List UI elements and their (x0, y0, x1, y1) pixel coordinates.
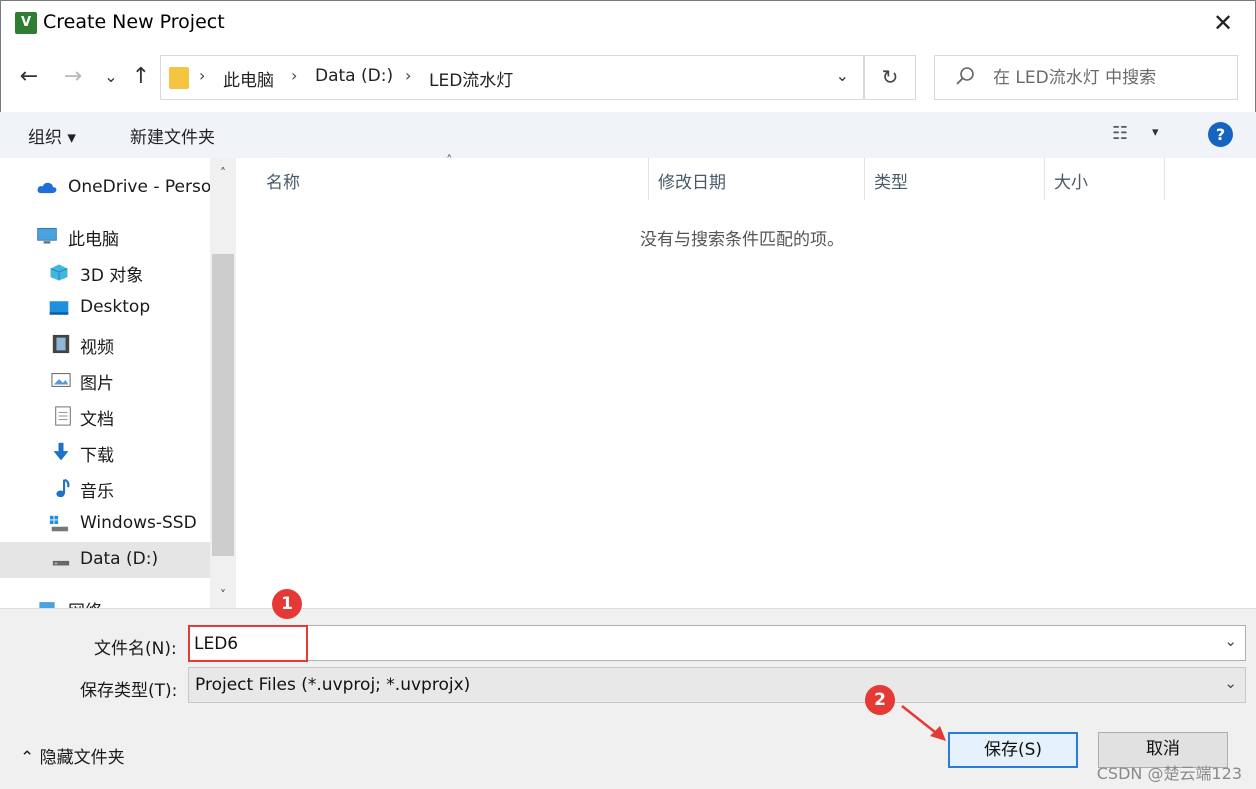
filetype-label: 保存类型(T): (80, 681, 178, 701)
nav-item-3d-objects[interactable]: 3D 对象 (0, 254, 210, 290)
nav-item-label: 文档 (80, 410, 114, 430)
view-options-icon[interactable]: ☷ (1112, 123, 1128, 144)
nav-item-label: 3D 对象 (80, 266, 144, 286)
nav-item-downloads[interactable]: 下载 (0, 434, 210, 470)
folder-icon (169, 67, 189, 89)
drive-icon (52, 560, 70, 566)
nav-item-data-drive[interactable]: Data (D:) (0, 542, 210, 578)
close-button[interactable]: ✕ (1209, 9, 1237, 37)
nav-item-pictures[interactable]: 图片 (0, 362, 210, 398)
breadcrumb-separator: › (199, 66, 206, 85)
breadcrumb-data-drive[interactable]: Data (D:) (315, 66, 393, 86)
address-bar[interactable]: › 此电脑 › Data (D:) › LED流水灯 ⌄ (160, 55, 864, 100)
organize-menu[interactable]: 组织 ▾ (28, 123, 76, 148)
download-icon (53, 442, 69, 461)
scrollbar-thumb[interactable] (212, 254, 234, 556)
breadcrumb-separator: › (291, 66, 298, 85)
column-header-size[interactable]: 大小 (1054, 168, 1088, 193)
search-box[interactable] (934, 55, 1238, 100)
search-input[interactable] (993, 66, 1229, 90)
breadcrumb-separator: › (405, 66, 412, 85)
refresh-button[interactable]: ↻ (864, 55, 916, 100)
column-header-name[interactable]: 名称 (266, 168, 300, 193)
recent-locations-chevron-icon[interactable]: ⌄ (96, 62, 126, 92)
nav-item-label: 网络 (68, 597, 102, 608)
nav-item-this-pc[interactable]: 此电脑 (0, 218, 210, 254)
view-dropdown-icon[interactable]: ▾ (1152, 125, 1159, 140)
address-dropdown-icon[interactable]: ⌄ (836, 66, 849, 85)
breadcrumb-led-folder[interactable]: LED流水灯 (429, 66, 513, 91)
empty-results-message: 没有与搜索条件匹配的项。 (640, 230, 844, 250)
back-button[interactable]: ← (14, 62, 44, 92)
nav-item-onedrive[interactable]: OneDrive - Personal (0, 170, 236, 206)
window-title: Create New Project (43, 11, 225, 33)
csdn-watermark: CSDN @楚云端123 (1096, 764, 1242, 783)
column-divider[interactable] (648, 158, 649, 200)
save-button[interactable]: 保存(S) (948, 732, 1078, 768)
filename-label: 文件名(N): (94, 639, 177, 659)
nav-item-label: 视频 (80, 338, 114, 358)
column-header-modified[interactable]: 修改日期 (658, 168, 726, 193)
filetype-dropdown-icon[interactable]: ⌄ (1224, 674, 1237, 692)
new-folder-button[interactable]: 新建文件夹 (130, 123, 215, 148)
network-icon (39, 602, 55, 608)
keil-app-icon: V (15, 12, 37, 34)
nav-item-network[interactable]: 网络 (0, 590, 210, 608)
nav-item-label: 此电脑 (68, 230, 119, 250)
title-bar: V Create New Project ✕ (0, 0, 1256, 46)
nav-item-documents[interactable]: 文档 (0, 398, 210, 434)
cloud-icon (37, 182, 57, 194)
nav-pane-scrollbar[interactable]: ˄ ˅ (210, 158, 236, 608)
nav-item-label: Windows-SSD (80, 513, 197, 533)
document-icon (55, 406, 71, 426)
nav-item-label: Data (D:) (80, 549, 159, 569)
file-list: ˄ 名称 修改日期 类型 大小 没有与搜索条件匹配的项。 (236, 154, 1256, 608)
nav-item-label: 下载 (80, 446, 114, 466)
picture-icon (51, 373, 71, 387)
drive-icon (49, 515, 69, 532)
up-button[interactable]: ↑ (126, 62, 156, 92)
help-icon[interactable]: ? (1208, 122, 1233, 147)
desktop-icon (49, 301, 69, 315)
sort-ascending-icon: ˄ (446, 154, 453, 169)
scroll-up-arrow-icon[interactable]: ˄ (210, 160, 236, 186)
nav-item-music[interactable]: 音乐 (0, 470, 210, 506)
cube-icon (50, 264, 68, 281)
filename-combobox[interactable]: ⌄ (188, 625, 1246, 661)
breadcrumb-this-pc[interactable]: 此电脑 (223, 66, 274, 91)
column-divider[interactable] (864, 158, 865, 200)
command-toolbar: 组织 ▾ 新建文件夹 ☷ ▾ ? (0, 112, 1256, 158)
column-divider[interactable] (1044, 158, 1045, 200)
scroll-down-arrow-icon[interactable]: ˅ (210, 582, 236, 608)
hide-folders-toggle[interactable]: ⌃ 隐藏文件夹 (20, 743, 125, 768)
nav-item-desktop[interactable]: Desktop (0, 290, 210, 326)
forward-button[interactable]: → (58, 62, 88, 92)
column-divider[interactable] (1164, 158, 1165, 200)
nav-item-label: 音乐 (80, 482, 114, 502)
computer-icon (37, 227, 57, 244)
search-icon (956, 67, 974, 85)
filetype-select[interactable]: Project Files (*.uvproj; *.uvprojx) ⌄ (188, 667, 1246, 703)
nav-item-windows-ssd[interactable]: Windows-SSD (0, 506, 210, 542)
nav-item-label: 图片 (80, 374, 114, 394)
filetype-value: Project Files (*.uvproj; *.uvprojx) (195, 675, 471, 695)
step-1-badge: 1 (272, 589, 302, 619)
filename-dropdown-icon[interactable]: ⌄ (1224, 632, 1237, 650)
column-header-type[interactable]: 类型 (874, 168, 908, 193)
nav-item-videos[interactable]: 视频 (0, 326, 210, 362)
pointer-arrow-icon (901, 705, 946, 741)
step-2-badge: 2 (865, 685, 895, 715)
music-icon (56, 478, 70, 498)
navigation-pane: OneDrive - Personal 此电脑 3D 对象 Desktop 视频… (0, 158, 236, 608)
filename-input[interactable] (194, 631, 1094, 657)
nav-item-label: Desktop (80, 297, 151, 317)
video-icon (52, 334, 70, 354)
